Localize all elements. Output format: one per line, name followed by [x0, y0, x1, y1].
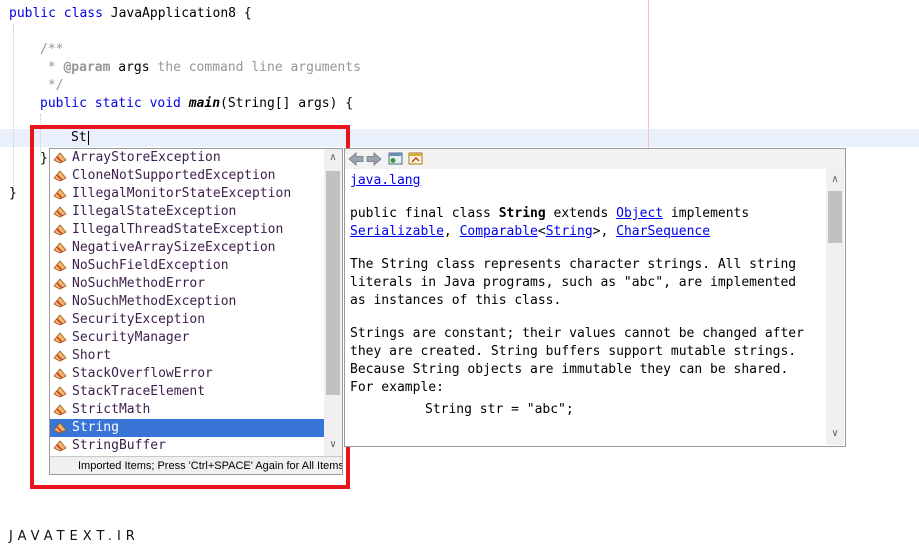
- serializable-link[interactable]: Serializable: [350, 224, 444, 239]
- javadoc-toolbar: [345, 149, 845, 169]
- scroll-up-icon[interactable]: ∧: [830, 175, 840, 185]
- javadoc-comment-open: /**: [40, 42, 64, 57]
- package-link[interactable]: java.lang: [350, 173, 420, 188]
- description-paragraph-1: The String class represents character st…: [350, 257, 797, 308]
- string-link[interactable]: String: [546, 224, 593, 239]
- object-link[interactable]: Object: [616, 206, 663, 221]
- highlight-box: [30, 125, 350, 489]
- comparable-link[interactable]: Comparable: [460, 224, 538, 239]
- class-close-brace: }: [9, 186, 17, 201]
- javadoc-scroll-thumb[interactable]: [828, 191, 842, 243]
- watermark-text: JAVATEXT.IR: [9, 529, 140, 544]
- javadoc-scrollbar[interactable]: ∧ ∨: [826, 169, 844, 445]
- class-signature: public final class String extends Object…: [350, 206, 750, 239]
- description-paragraph-2: Strings are constant; their values canno…: [350, 326, 804, 395]
- method-declaration: public static void main(String[] args) {: [40, 96, 354, 111]
- code-example: String str = "abc";: [425, 402, 574, 417]
- javadoc-comment-param: * @param args the command line arguments: [40, 60, 361, 75]
- right-margin-line: [648, 0, 649, 148]
- javadoc-comment-close: */: [40, 78, 64, 93]
- indent-guide: [13, 24, 14, 190]
- charsequence-link[interactable]: CharSequence: [616, 224, 710, 239]
- goto-source-icon[interactable]: [408, 152, 424, 166]
- scroll-down-icon[interactable]: ∨: [830, 429, 840, 439]
- open-in-browser-icon[interactable]: [388, 152, 404, 166]
- javadoc-popup[interactable]: java.lang public final class String exte…: [344, 148, 846, 447]
- javadoc-content: java.lang public final class String exte…: [350, 169, 818, 445]
- class-declaration: public class JavaApplication8 {: [9, 6, 252, 21]
- forward-arrow-icon[interactable]: [366, 152, 382, 166]
- back-arrow-icon[interactable]: [348, 152, 364, 166]
